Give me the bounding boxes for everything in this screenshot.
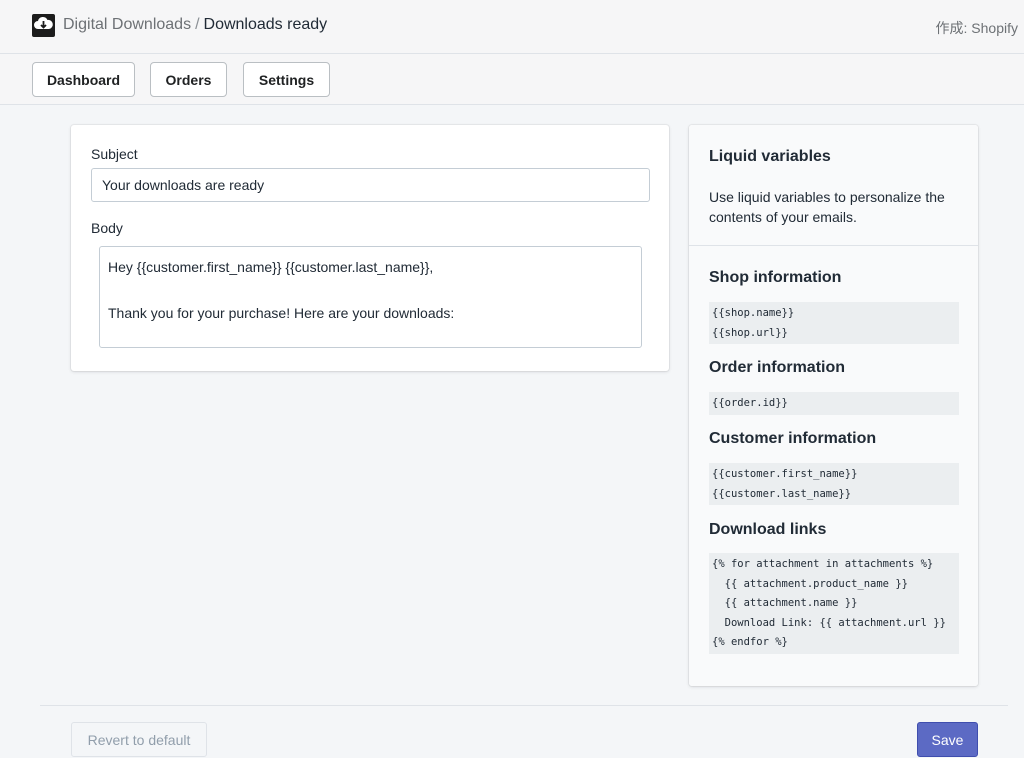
customer-information-title: Customer information [709, 430, 877, 447]
shop-information-code: {{shop.name}} {{shop.url}} [709, 302, 959, 344]
developer-byline: 作成: Shopify [935, 20, 1018, 36]
subject-label: Subject [91, 146, 138, 162]
nav-orders-button[interactable]: Orders [150, 62, 227, 97]
top-bar: Digital Downloads / Downloads ready 作成: Sh… [0, 0, 1024, 54]
save-button[interactable]: Save [917, 722, 978, 757]
cloud-download-icon [32, 14, 55, 37]
breadcrumb-app-link[interactable]: Digital Downloads [63, 16, 191, 33]
liquid-variables-title: Liquid variables [709, 148, 831, 165]
liquid-variables-card: Liquid variables Use liquid variables to… [689, 125, 978, 686]
liquid-variables-description: Use liquid variables to personalize the … [709, 189, 945, 225]
shop-information-title: Shop information [709, 269, 842, 286]
download-links-title: Download links [709, 521, 827, 538]
download-links-code: {% for attachment in attachments %} {{ a… [709, 553, 959, 654]
body-label: Body [91, 220, 123, 236]
body-textarea[interactable]: Hey {{customer.first_name}} {{customer.l… [99, 246, 642, 348]
breadcrumb: Digital Downloads / Downloads ready [63, 16, 327, 34]
revert-to-default-button[interactable]: Revert to default [71, 722, 207, 757]
nav-dashboard-button[interactable]: Dashboard [32, 62, 135, 97]
page-title: Downloads ready [203, 16, 328, 33]
nav-bar: Dashboard Orders Settings [0, 54, 1024, 105]
footer-divider [40, 705, 1008, 706]
subject-input[interactable]: Your downloads are ready [91, 168, 650, 202]
order-information-code: {{order.id}} [709, 392, 959, 415]
order-information-title: Order information [709, 359, 846, 376]
customer-information-code: {{customer.first_name}} {{customer.last_… [709, 463, 959, 505]
nav-settings-button[interactable]: Settings [243, 62, 330, 97]
breadcrumb-separator: / [195, 16, 200, 33]
email-form-card: Subject Your downloads are ready Body He… [71, 125, 669, 371]
